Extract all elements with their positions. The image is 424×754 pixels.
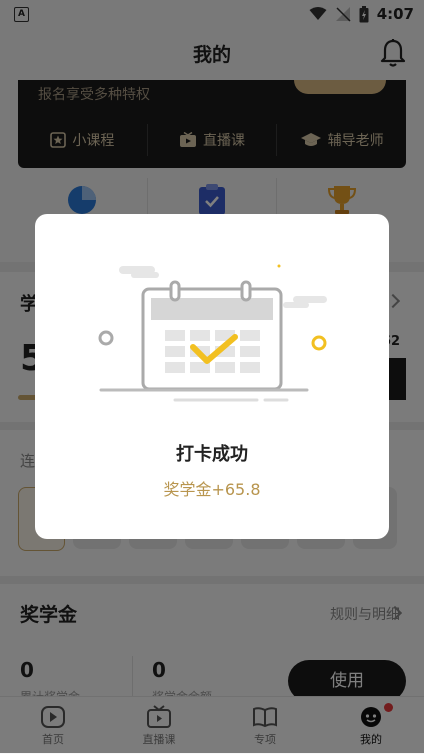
checkin-success-dialog: 打卡成功 奖学金+65.8 — [35, 214, 389, 539]
dialog-reward: 奖学金+65.8 — [163, 480, 261, 499]
calendar-check-illustration — [98, 264, 327, 402]
dialog-title: 打卡成功 — [176, 444, 248, 465]
